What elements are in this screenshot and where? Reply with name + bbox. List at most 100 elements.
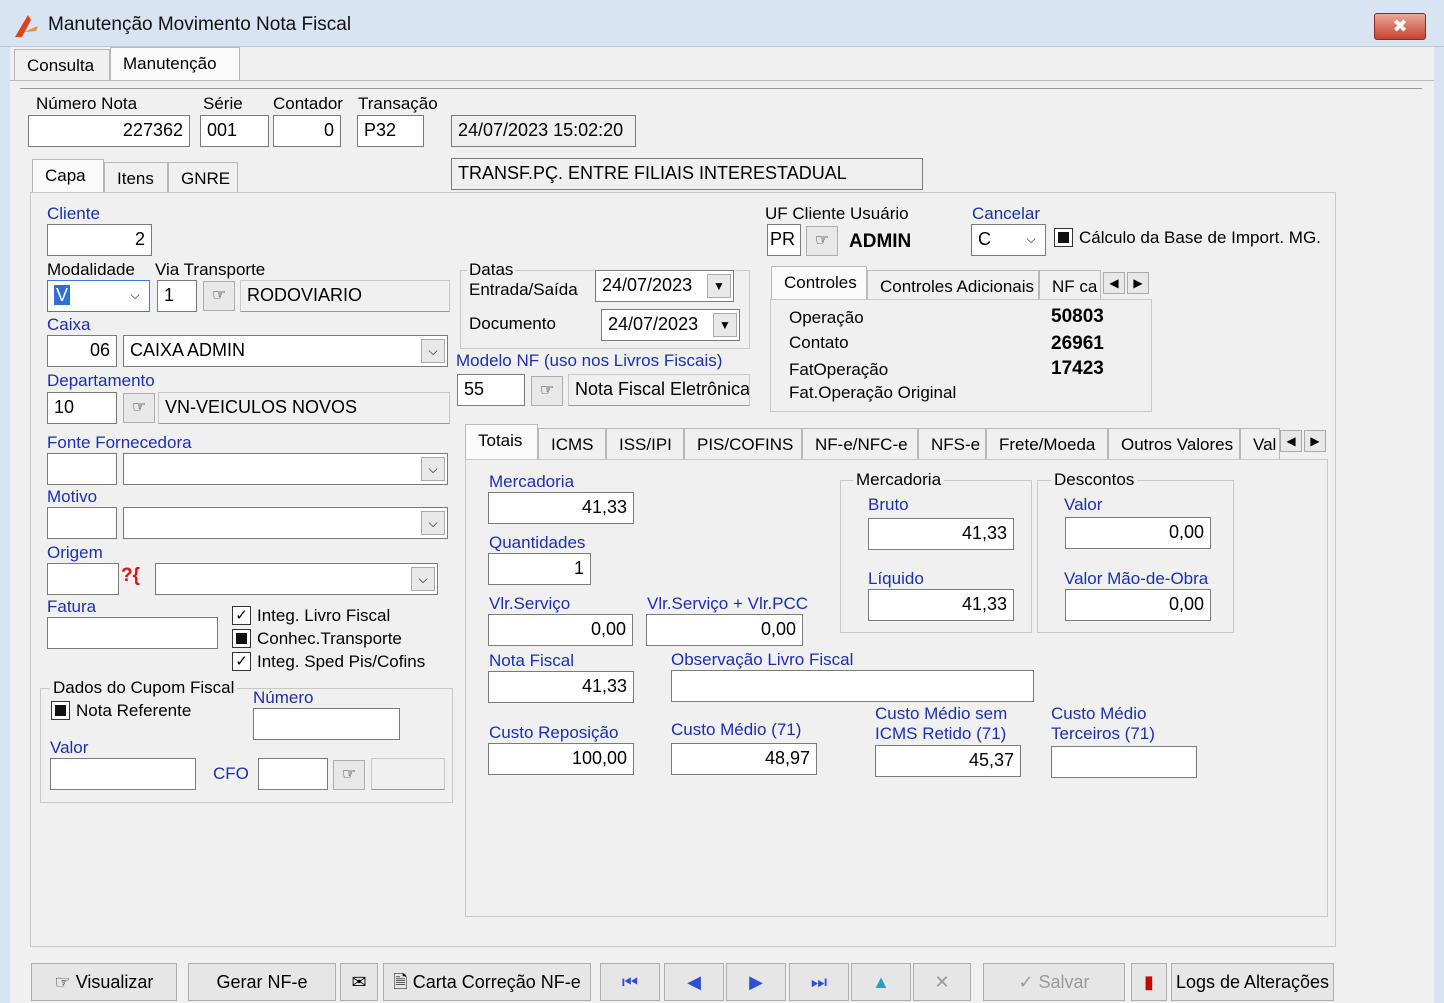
cancelar-combo[interactable]: C ⌵ [971, 224, 1046, 256]
modalidade-combo[interactable]: V ⌵ [47, 280, 150, 312]
last-record-icon[interactable]: ⏭ [789, 963, 849, 1001]
chevron-down-icon[interactable]: ⌵ [411, 567, 435, 591]
first-record-icon[interactable]: ⏮ [600, 963, 660, 1001]
tab-val[interactable]: Val [1240, 428, 1280, 460]
fonte-fornecedora-combo[interactable]: ⌵ [123, 453, 448, 485]
scroll-right-icon[interactable]: ▶ [1304, 430, 1326, 452]
vlr-servico-field[interactable]: 0,00 [488, 614, 633, 646]
logs-alteracoes-button[interactable]: Logs de Alterações [1171, 963, 1334, 1001]
departamento-field[interactable]: 10 [47, 392, 117, 424]
tab-totais[interactable]: Totais [465, 424, 538, 460]
liquido-field[interactable]: 41,33 [868, 589, 1014, 621]
chevron-down-icon[interactable]: ⌵ [421, 339, 445, 363]
mao-de-obra-field[interactable]: 0,00 [1065, 589, 1211, 621]
fonte-fornecedora-field[interactable] [47, 453, 117, 485]
descontos-group-legend: Descontos [1051, 470, 1138, 490]
documento-date[interactable]: 24/07/2023 ▼ [601, 309, 740, 341]
chevron-down-icon[interactable]: ⌵ [421, 511, 445, 535]
custo-medio-field[interactable]: 48,97 [671, 743, 817, 775]
cliente-field[interactable]: 2 [47, 224, 152, 256]
serie-field[interactable]: 001 [200, 115, 269, 147]
exit-door-icon[interactable]: ▮ [1131, 963, 1167, 1001]
pointer-hand-icon[interactable]: ☞ [806, 226, 838, 256]
numero-nota-field[interactable]: 227362 [28, 115, 190, 147]
close-button[interactable]: ✖ [1374, 13, 1426, 40]
vlr-servico-pcc-field[interactable]: 0,00 [646, 614, 803, 646]
tab-controles[interactable]: Controles [771, 266, 867, 300]
tab-nfe-nfce[interactable]: NF-e/NFC-e [802, 428, 918, 460]
chevron-down-icon[interactable]: ⌵ [1019, 228, 1043, 252]
desconto-valor-field[interactable]: 0,00 [1065, 517, 1211, 549]
cfo-field[interactable] [258, 758, 328, 790]
chevron-down-icon[interactable]: ⌵ [421, 457, 445, 481]
up-icon[interactable]: ▲ [851, 963, 911, 1001]
origem-field[interactable] [47, 563, 119, 595]
tab-gnre[interactable]: GNRE [168, 162, 238, 194]
carta-correcao-button[interactable]: 🗎 Carta Correção NF-e [383, 963, 591, 1001]
transacao-desc-field: TRANSF.PÇ. ENTRE FILIAIS INTERESTADUAL [451, 158, 923, 190]
motivo-combo[interactable]: ⌵ [123, 507, 448, 539]
transacao-field[interactable]: P32 [357, 115, 424, 147]
tab-outros-valores[interactable]: Outros Valores [1108, 428, 1240, 460]
envelope-icon[interactable]: ✉ [340, 963, 378, 1001]
scroll-left-icon[interactable]: ◀ [1103, 272, 1125, 294]
uf-field[interactable]: PR [767, 224, 801, 256]
integ-livro-checkbox[interactable]: ✓ [232, 606, 251, 625]
pointer-hand-icon[interactable]: ☞ [333, 760, 365, 790]
fatoperacao-value: 17423 [1051, 358, 1104, 379]
origem-combo[interactable]: ⌵ [155, 563, 438, 595]
next-record-icon[interactable]: ▶ [726, 963, 786, 1001]
pointer-hand-icon[interactable]: ☞ [203, 281, 235, 311]
salvar-button[interactable]: ✓ Salvar [983, 963, 1125, 1001]
motivo-field[interactable] [47, 507, 117, 539]
caixa-field[interactable]: 06 [47, 335, 117, 367]
bruto-field[interactable]: 41,33 [868, 518, 1014, 550]
mercadoria-field[interactable]: 41,33 [488, 492, 634, 524]
calculo-base-checkbox[interactable] [1054, 228, 1073, 247]
obs-livro-field[interactable] [671, 670, 1034, 702]
cancel-icon[interactable]: ✕ [913, 963, 971, 1001]
custo-terceiros-field[interactable] [1051, 746, 1197, 778]
custo-medio-sem-field[interactable]: 45,37 [875, 745, 1021, 777]
tab-nfs-e[interactable]: NFS-e [918, 428, 986, 460]
scroll-left-icon[interactable]: ◀ [1280, 430, 1302, 452]
entrada-saida-date[interactable]: 24/07/2023 ▼ [595, 270, 734, 302]
custo-reposicao-field[interactable]: 100,00 [488, 743, 634, 775]
cfo-label: CFO [213, 764, 249, 783]
prev-record-icon[interactable]: ◀ [664, 963, 724, 1001]
tab-pis-cofins[interactable]: PIS/COFINS [684, 428, 802, 460]
via-transporte-field[interactable]: 1 [157, 280, 197, 312]
tab-consulta[interactable]: Consulta [14, 49, 110, 81]
chevron-down-icon[interactable]: ▼ [707, 274, 731, 298]
chevron-down-icon[interactable]: ⌵ [123, 284, 147, 308]
custo-terceiros-label-1: Custo Médio [1051, 704, 1147, 723]
datas-legend: Datas [467, 260, 516, 280]
pointer-hand-icon[interactable]: ☞ [123, 393, 155, 423]
conhec-transporte-checkbox[interactable] [232, 629, 251, 648]
quantidades-field[interactable]: 1 [488, 553, 591, 585]
modelo-nf-field[interactable]: 55 [457, 374, 525, 406]
integ-sped-checkbox[interactable]: ✓ [232, 652, 251, 671]
scroll-right-icon[interactable]: ▶ [1127, 272, 1149, 294]
gerar-nfe-button[interactable]: Gerar NF-e [188, 963, 336, 1001]
pointer-hand-icon[interactable]: ☞ [531, 376, 563, 406]
tab-itens[interactable]: Itens [104, 162, 168, 194]
fatura-field[interactable] [47, 617, 218, 649]
tab-manutencao[interactable]: Manutenção [110, 47, 240, 81]
chevron-down-icon[interactable]: ▼ [713, 313, 737, 337]
nota-referente-checkbox[interactable] [51, 701, 70, 720]
help-icon[interactable]: ?{ [121, 565, 155, 595]
tab-capa[interactable]: Capa [32, 159, 104, 193]
caixa-combo[interactable]: CAIXA ADMIN ⌵ [123, 335, 448, 367]
integ-livro-label: Integ. Livro Fiscal [257, 606, 391, 625]
visualizar-button[interactable]: ☞ Visualizar [31, 963, 177, 1001]
cupom-valor-field[interactable] [50, 758, 196, 790]
tab-frete-moeda[interactable]: Frete/Moeda [986, 428, 1108, 460]
contador-field[interactable]: 0 [273, 115, 341, 147]
tab-icms[interactable]: ICMS [538, 428, 606, 460]
nota-fiscal-field[interactable]: 41,33 [488, 671, 634, 703]
cupom-numero-field[interactable] [253, 708, 400, 740]
tab-nf-ca[interactable]: NF ca [1039, 270, 1101, 302]
tab-controles-adicionais[interactable]: Controles Adicionais [867, 270, 1039, 302]
tab-iss-ipi[interactable]: ISS/IPI [606, 428, 684, 460]
